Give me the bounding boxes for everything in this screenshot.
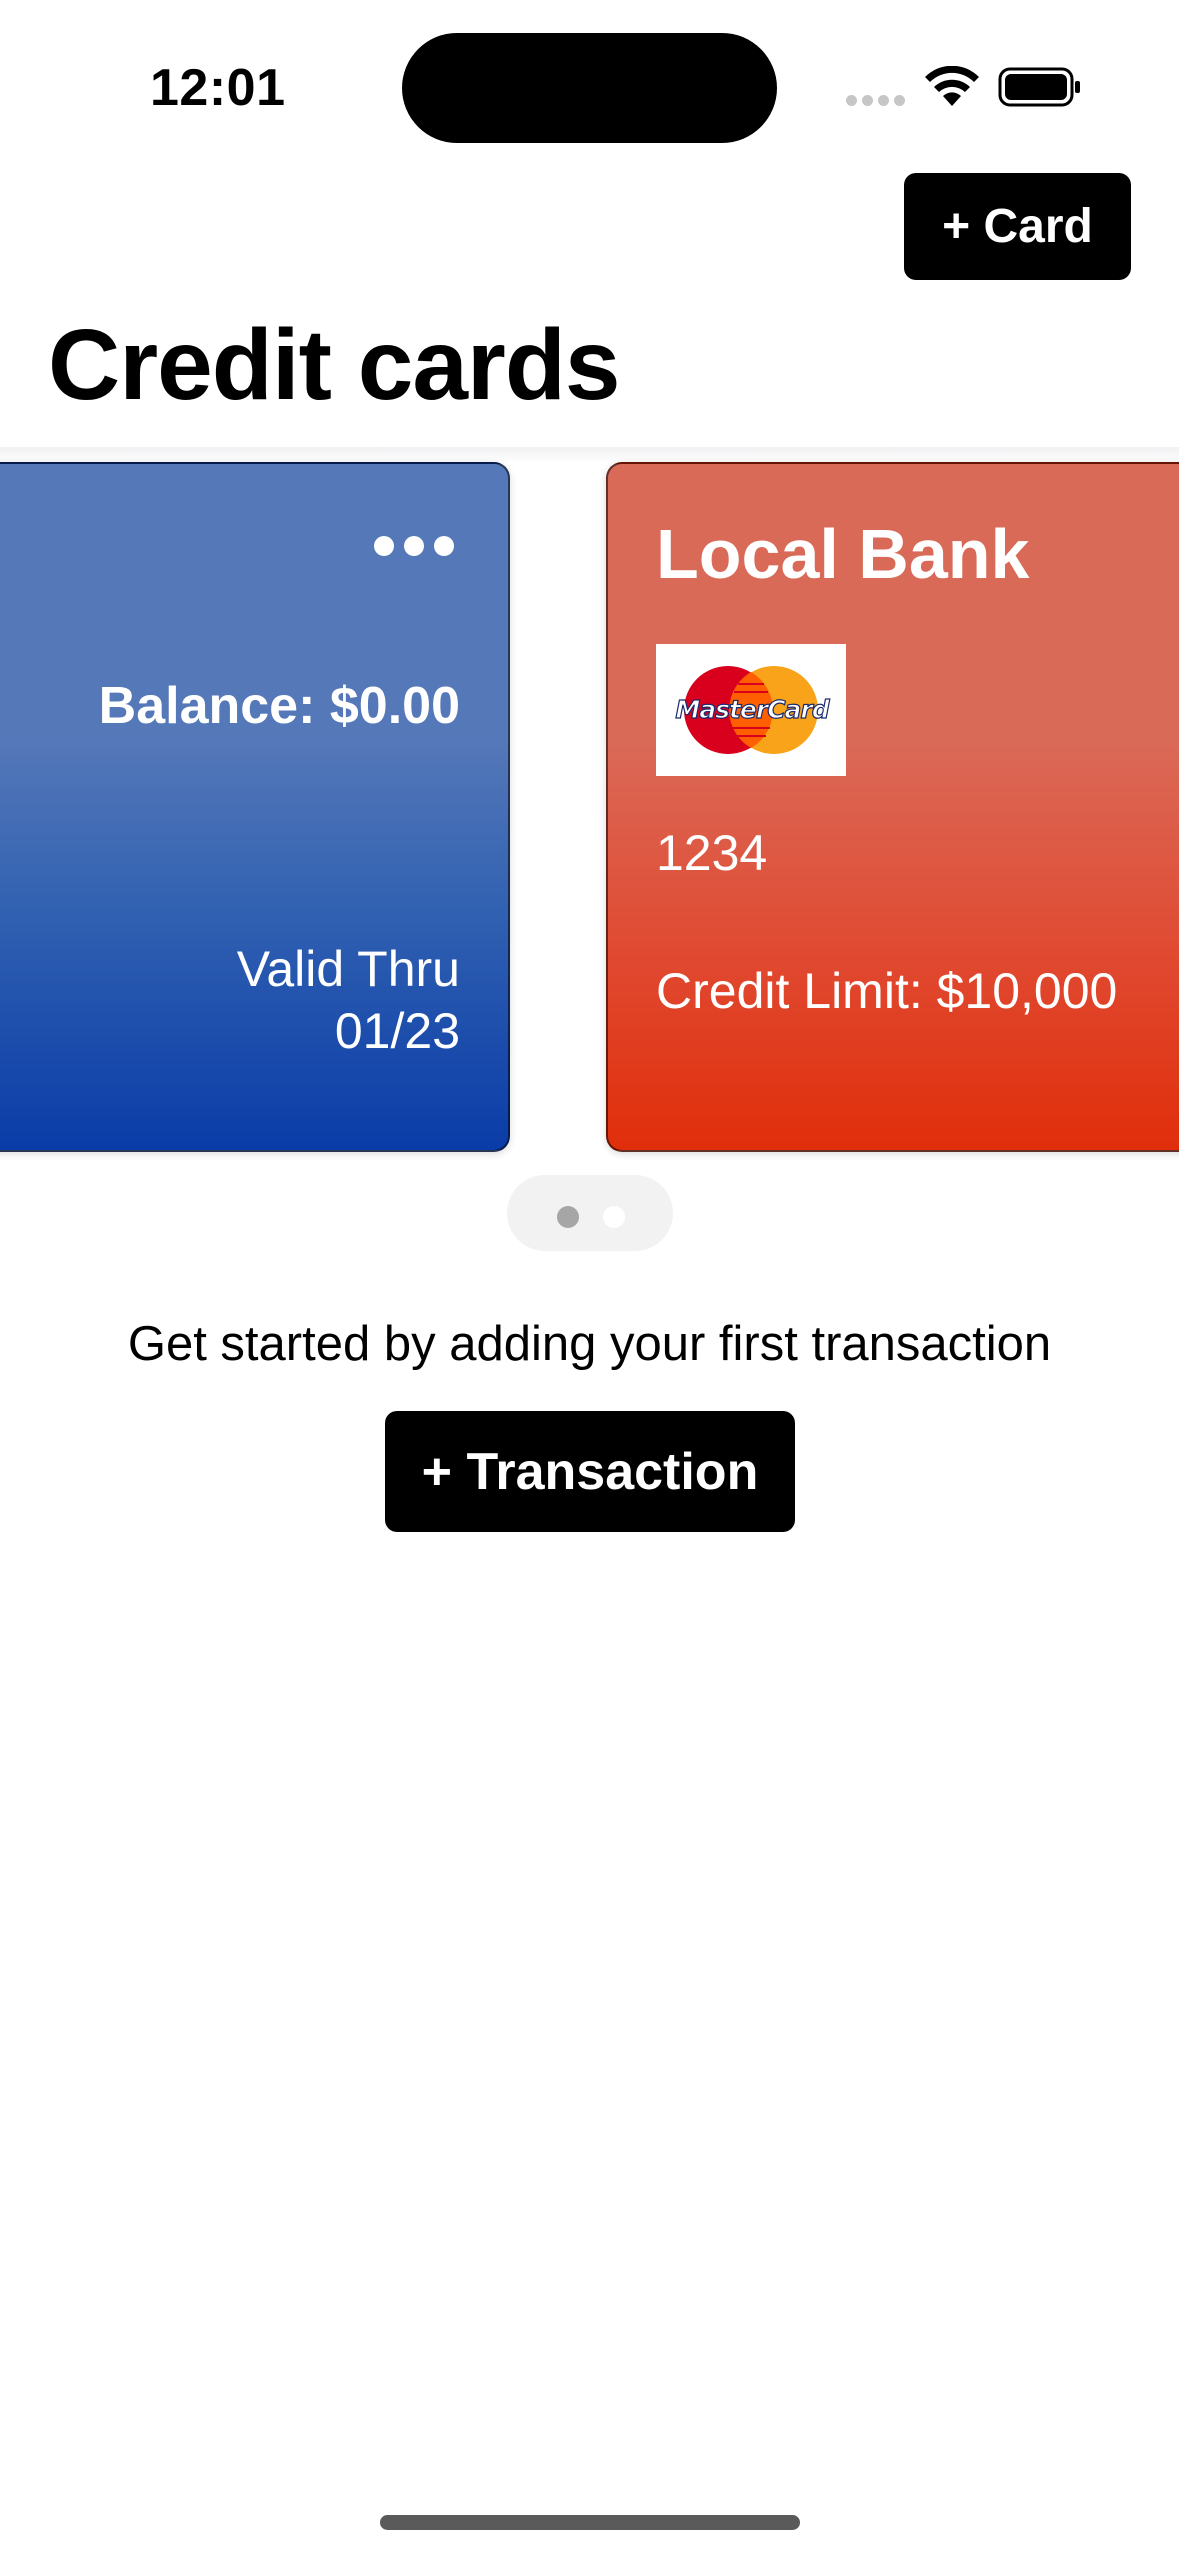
page-title: Credit cards [48, 309, 621, 421]
page-dot[interactable] [603, 1206, 625, 1228]
add-transaction-button[interactable]: + Transaction [385, 1411, 795, 1532]
more-options-icon[interactable] [374, 536, 456, 558]
screen: 12:01 + Card Credit cards Balance: $0.00… [0, 0, 1179, 2556]
mastercard-logo: MasterCard [656, 644, 846, 776]
credit-card-local-bank[interactable]: Local Bank MasterCard 1234 Credit Limit:… [606, 462, 1179, 1152]
card-valid-thru: Valid Thru 01/23 [237, 938, 460, 1062]
valid-thru-date: 01/23 [334, 1003, 460, 1059]
card-bank-name: Local Bank [656, 515, 1030, 593]
dynamic-island [402, 33, 777, 143]
home-indicator[interactable] [380, 2515, 800, 2530]
svg-text:MasterCard: MasterCard [675, 695, 830, 724]
cellular-signal-icon [846, 95, 906, 107]
add-card-button[interactable]: + Card [904, 173, 1131, 280]
credit-card-blue[interactable]: Balance: $0.00 Valid Thru 01/23 [0, 462, 510, 1152]
card-balance: Balance: $0.00 [98, 677, 460, 735]
page-dot[interactable] [557, 1206, 579, 1228]
page-indicator[interactable] [507, 1175, 673, 1251]
card-number: 1234 [656, 825, 768, 881]
wifi-icon [925, 66, 979, 106]
battery-icon [998, 67, 1080, 107]
empty-state-message: Get started by adding your first transac… [127, 1317, 1052, 1371]
status-time: 12:01 [150, 59, 286, 117]
valid-thru-label: Valid Thru [236, 941, 460, 997]
card-credit-limit: Credit Limit: $10,000 [656, 963, 1118, 1019]
